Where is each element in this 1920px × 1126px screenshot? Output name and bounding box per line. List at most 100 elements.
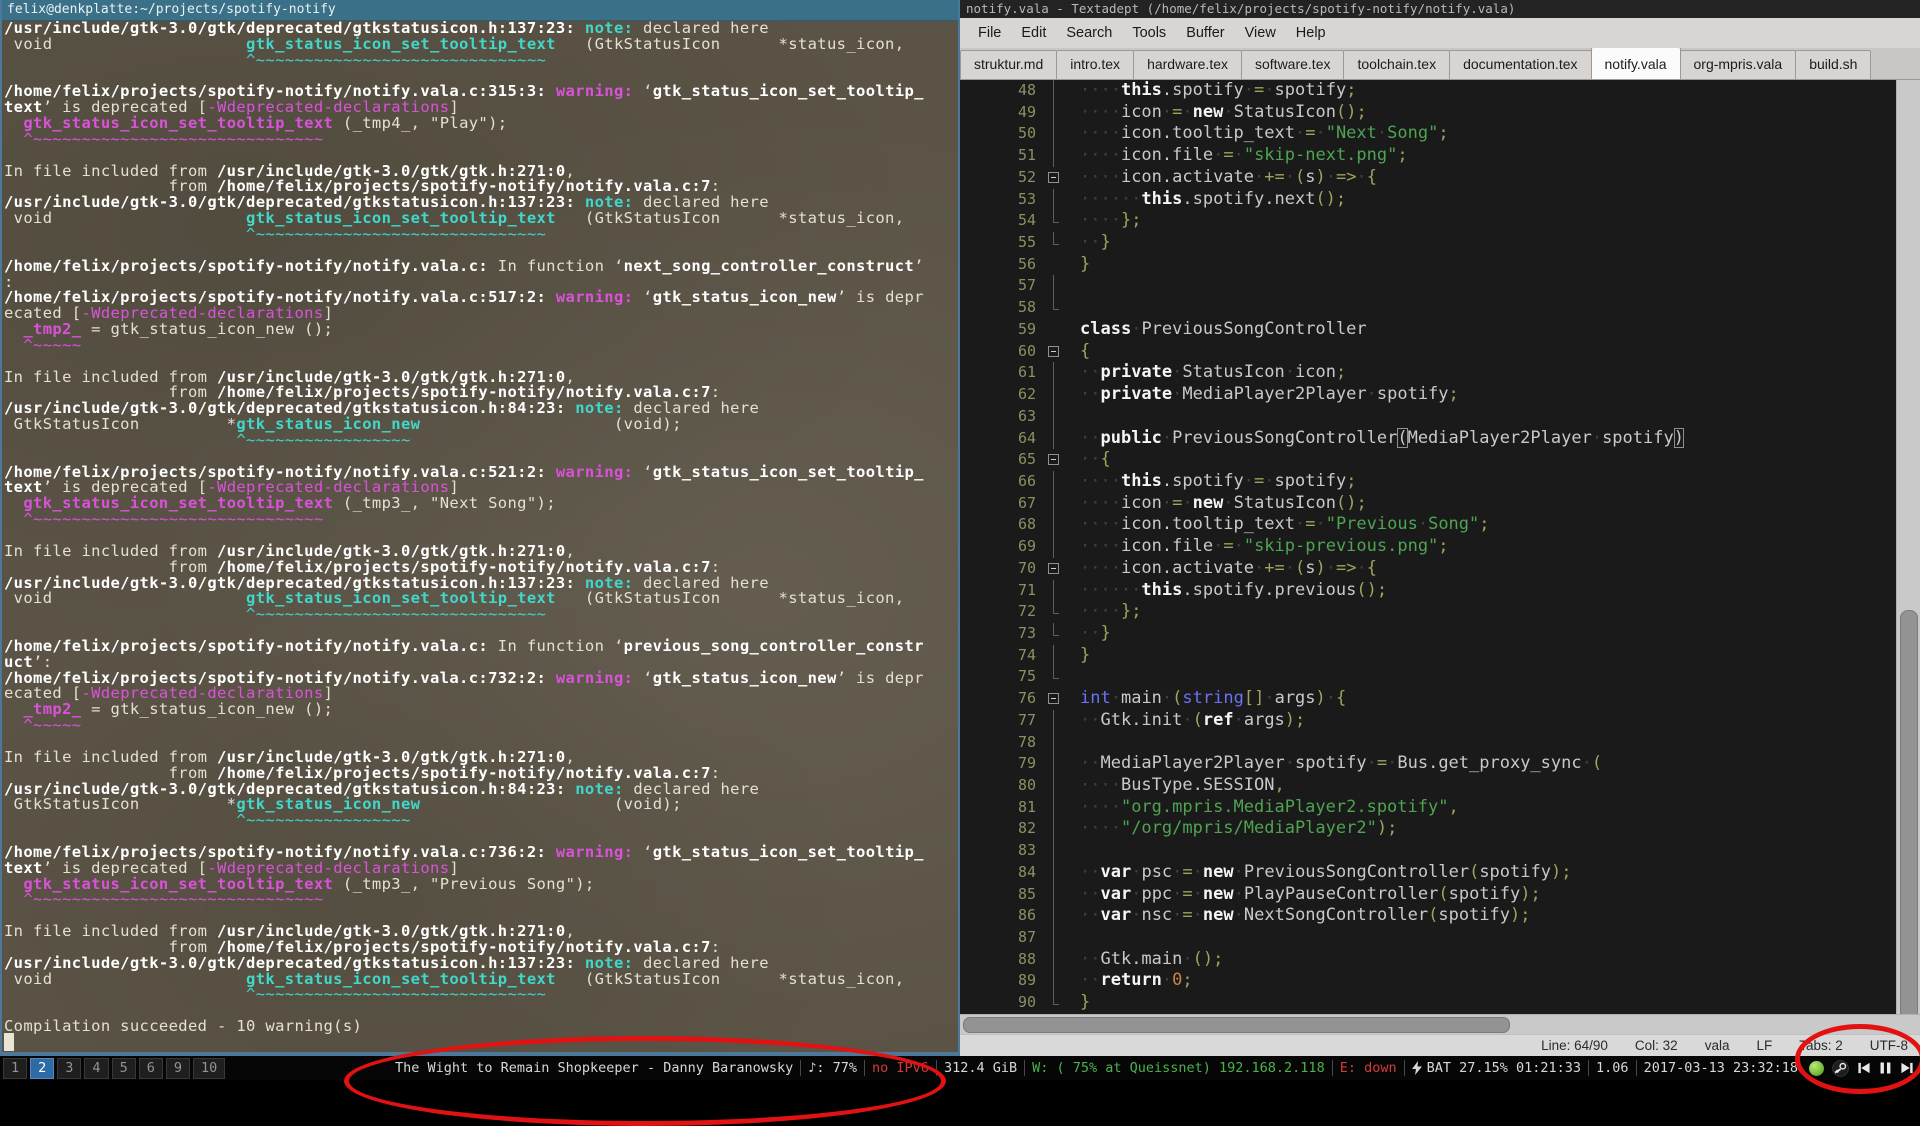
code-line[interactable]: 56}	[960, 254, 1896, 276]
code-line[interactable]: 65 ··{	[960, 449, 1896, 471]
code-line[interactable]: 59 class·PreviousSongController	[960, 319, 1896, 341]
code-line[interactable]: 87	[960, 927, 1896, 949]
code-line[interactable]: 77 ··Gtk.init·(ref·args);	[960, 709, 1896, 732]
terminal-line: _tmp2_ = gtk_status_icon_new ();	[23, 320, 334, 339]
code-text: ····icon.file·=·"skip-next.png";	[1080, 145, 1408, 166]
terminal-line: ^~~~~~~~~~~~~~~~~~~~~~~~~~~~~~~	[4, 50, 547, 69]
steam-icon[interactable]	[1832, 1059, 1849, 1077]
workspace-button-6[interactable]: 6	[138, 1057, 163, 1079]
code-line[interactable]: 48 ····this.spotify·=·spotify;	[960, 80, 1896, 102]
line-number: 62	[1017, 385, 1036, 404]
code-line[interactable]: 81 ····"org.mpris.MediaPlayer2.spotify",	[960, 796, 1896, 819]
terminal-titlebar[interactable]: felix@denkplatte:~/projects/spotify-noti…	[2, 0, 958, 21]
menu-item-search[interactable]: Search	[1056, 18, 1122, 48]
code-line[interactable]: 69 ····icon.file·=·"skip-previous.png";	[960, 536, 1896, 558]
tab-hardware.tex[interactable]: hardware.tex	[1133, 50, 1242, 79]
code-line[interactable]: 79 ··MediaPlayer2Player·spotify·=·Bus.get…	[960, 753, 1896, 775]
code-text: }	[1080, 253, 1091, 274]
workspace-button-5[interactable]: 5	[111, 1057, 136, 1079]
line-number: 87	[1017, 928, 1036, 947]
code-line[interactable]: 63	[960, 405, 1896, 428]
workspace-button-3[interactable]: 3	[57, 1057, 82, 1079]
code-line[interactable]: 50 ····icon.tooltip_text·=·"Next·Song";	[960, 123, 1896, 145]
fold-margin	[1042, 297, 1066, 319]
pause-icon[interactable]	[1879, 1061, 1892, 1075]
tab-toolchain.tex[interactable]: toolchain.tex	[1343, 50, 1451, 79]
code-line[interactable]: 71 ······this.spotify.previous();	[960, 579, 1896, 602]
line-number: 50	[1017, 124, 1036, 143]
tab-intro.tex[interactable]: intro.tex	[1056, 50, 1135, 79]
code-line[interactable]: 86 ··var·nsc·=·new·NextSongController(spo…	[960, 905, 1896, 927]
code-line[interactable]: 90}	[960, 992, 1896, 1014]
code-line[interactable]: 53 ······this.spotify.next();	[960, 188, 1896, 211]
code-line[interactable]: 68 ····icon.tooltip_text·=·"Previous·Song…	[960, 514, 1896, 536]
fold-collapse-icon[interactable]	[1042, 449, 1066, 471]
tab-struktur.md[interactable]: struktur.md	[960, 50, 1058, 79]
menu-item-buffer[interactable]: Buffer	[1176, 18, 1234, 48]
code-line[interactable]: 54 ····};	[960, 210, 1896, 232]
workspace-button-1[interactable]: 1	[3, 1057, 28, 1079]
tab-documentation.tex[interactable]: documentation.tex	[1449, 50, 1592, 79]
workspace-button-2[interactable]: 2	[30, 1057, 55, 1079]
code-line[interactable]: 74}	[960, 644, 1896, 667]
horizontal-scrollbar-thumb[interactable]	[963, 1017, 1510, 1033]
code-line[interactable]: 75	[960, 666, 1896, 688]
code-line[interactable]: 85 ··var·ppc·=·new·PlayPauseController(sp…	[960, 883, 1896, 906]
code-line[interactable]: 51 ····icon.file·=·"skip-next.png";	[960, 145, 1896, 167]
fold-margin	[1042, 188, 1066, 211]
code-line[interactable]: 52 ····icon.activate·+=·(s)·=>·{	[960, 167, 1896, 189]
code-line[interactable]: 80 ····BusType.SESSION,	[960, 775, 1896, 797]
next-track-icon[interactable]	[1900, 1061, 1914, 1075]
previous-track-icon[interactable]	[1857, 1061, 1871, 1075]
terminal-output[interactable]: /usr/include/gtk-3.0/gtk/deprecated/gtks…	[2, 21, 958, 1052]
menu-item-edit[interactable]: Edit	[1011, 18, 1056, 48]
code-line[interactable]: 61 ··private·StatusIcon·icon;	[960, 362, 1896, 384]
fold-margin	[1042, 384, 1066, 406]
tab-software.tex[interactable]: software.tex	[1241, 50, 1345, 79]
code-line[interactable]: 89 ··return·0;	[960, 970, 1896, 992]
code-line[interactable]: 66 ····this.spotify·=·spotify;	[960, 470, 1896, 493]
code-line[interactable]: 60 {	[960, 341, 1896, 363]
code-line[interactable]: 64 ··public·PreviousSongController(MediaP…	[960, 427, 1896, 450]
menu-item-help[interactable]: Help	[1286, 18, 1336, 48]
workspace-button-4[interactable]: 4	[84, 1057, 109, 1079]
code-line[interactable]: 49 ····icon·=·new·StatusIcon();	[960, 101, 1896, 124]
workspace-button-10[interactable]: 10	[192, 1057, 226, 1079]
tab-notify.vala[interactable]: notify.vala	[1590, 48, 1681, 79]
fold-collapse-icon[interactable]	[1042, 558, 1066, 580]
code-line[interactable]: 83	[960, 840, 1896, 862]
tab-org-mpris.vala[interactable]: org-mpris.vala	[1679, 50, 1797, 79]
workspace-button-9[interactable]: 9	[165, 1057, 190, 1079]
code-line[interactable]: 76 int·main·(string[]·args)·{	[960, 688, 1896, 710]
menu-item-view[interactable]: View	[1235, 18, 1286, 48]
fold-margin	[1042, 709, 1066, 732]
vertical-scrollbar-thumb[interactable]	[1900, 610, 1918, 1020]
load-average: 1.06	[1588, 1060, 1636, 1076]
line-number: 90	[1017, 993, 1036, 1012]
code-line[interactable]: 84 ··var·psc·=·new·PreviousSongController…	[960, 861, 1896, 884]
code-line[interactable]: 55 ··}	[960, 232, 1896, 254]
code-line[interactable]: 58	[960, 297, 1896, 319]
code-line[interactable]: 88 ··Gtk.main·();	[960, 948, 1896, 971]
code-line[interactable]: 78	[960, 731, 1896, 754]
code-line[interactable]: 57	[960, 275, 1896, 297]
menu-item-tools[interactable]: Tools	[1122, 18, 1176, 48]
code-line[interactable]: 72 ····};	[960, 601, 1896, 623]
code-line[interactable]: 67 ····icon·=·new·StatusIcon();	[960, 492, 1896, 515]
tab-build.sh[interactable]: build.sh	[1795, 50, 1872, 79]
code-line[interactable]: 82 ····"/org/mpris/MediaPlayer2");	[960, 818, 1896, 840]
code-line[interactable]: 62 ··private·MediaPlayer2Player·spotify;	[960, 384, 1896, 406]
code-line[interactable]: 70 ····icon.activate·+=·(s)·=>·{	[960, 558, 1896, 580]
line-number: 53	[1017, 189, 1036, 208]
green-status-icon[interactable]	[1809, 1060, 1824, 1076]
fold-collapse-icon[interactable]	[1042, 167, 1066, 189]
code-area[interactable]: 48 ····this.spotify·=·spotify; 49 ····icon·…	[960, 80, 1896, 1014]
fold-collapse-icon[interactable]	[1042, 341, 1066, 363]
vertical-scrollbar[interactable]	[1896, 80, 1920, 1020]
code-line[interactable]: 73 ··}	[960, 622, 1896, 645]
menu-item-file[interactable]: File	[968, 18, 1011, 48]
editor-titlebar[interactable]: notify.vala - Textadept (/home/felix/pro…	[960, 0, 1920, 18]
horizontal-scrollbar[interactable]	[960, 1014, 1920, 1034]
fold-collapse-icon[interactable]	[1042, 688, 1066, 710]
